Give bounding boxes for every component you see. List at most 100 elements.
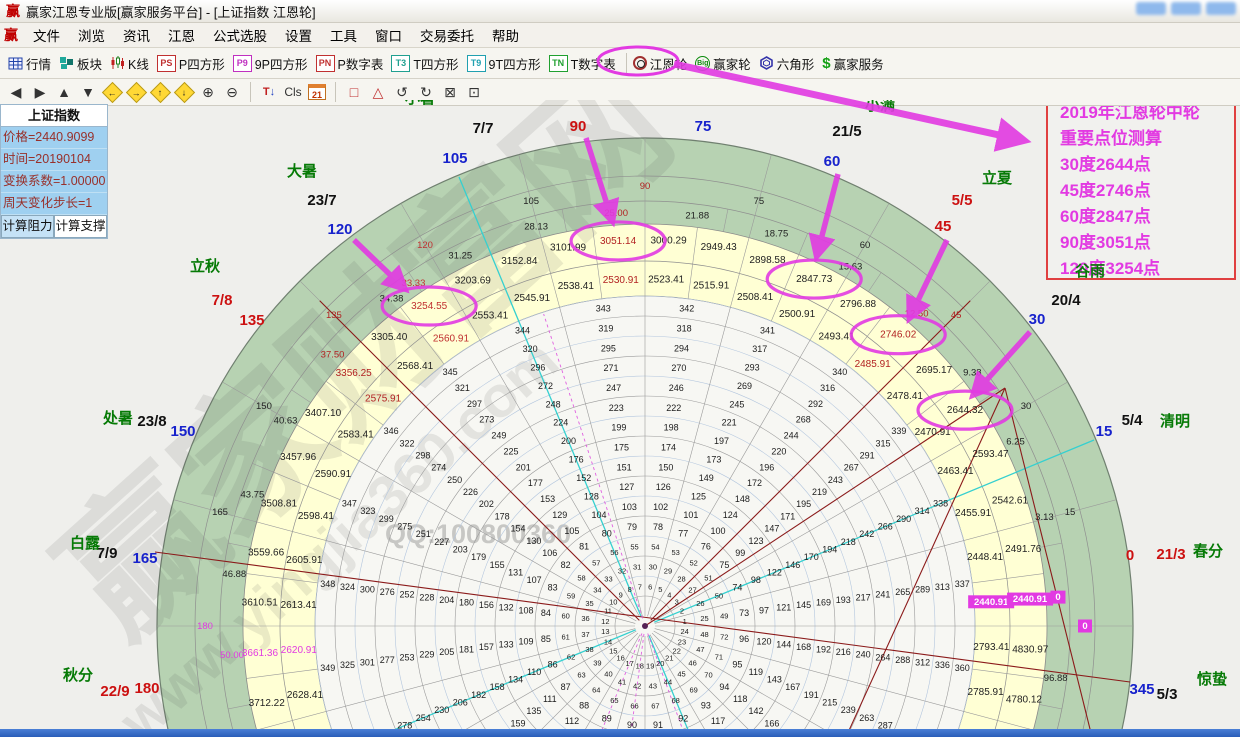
toolbar-winner-service-button[interactable]: $赢家服务 bbox=[820, 52, 889, 75]
zoom-in-icon: ⊕ bbox=[202, 84, 214, 101]
toolbar-9t-square-button[interactable]: T99T四方形 bbox=[465, 52, 547, 75]
minimize-button[interactable] bbox=[1136, 2, 1166, 15]
menu-浏览[interactable]: 浏览 bbox=[69, 27, 114, 46]
page-up-icon: ▲ bbox=[57, 84, 71, 100]
taskbar[interactable] bbox=[0, 729, 1240, 737]
sort-updown-icon: T↓ bbox=[263, 86, 275, 98]
menu-文件[interactable]: 文件 bbox=[24, 27, 69, 46]
toolbar-kline-button[interactable]: K线 bbox=[108, 52, 155, 75]
instrument-info-panel: 上证指数 价格=2440.9099时间=20190104变换系数=1.00000… bbox=[0, 104, 108, 239]
p-square-icon: PS bbox=[157, 55, 176, 72]
key-levels-annotation-box: 2019年江恩轮中轮重要点位测算30度2644点45度2746点60度2847点… bbox=[1046, 92, 1236, 280]
zoom-out-icon: ⊖ bbox=[226, 84, 238, 101]
page-down-icon: ▼ bbox=[81, 84, 95, 100]
toolbar-9p-square-button[interactable]: P99P四方形 bbox=[231, 52, 314, 75]
pan-left-icon: ← bbox=[101, 81, 122, 102]
nav-zoom-out-button[interactable]: ⊖ bbox=[222, 82, 242, 102]
close-button[interactable] bbox=[1206, 2, 1236, 15]
nav-separator bbox=[250, 82, 251, 102]
menu-公式选股[interactable]: 公式选股 bbox=[204, 27, 276, 46]
nav-select-box-button[interactable]: ⊠ bbox=[440, 82, 460, 102]
toolbar-winner-service-label: 赢家服务 bbox=[834, 54, 884, 73]
main-toolbar: 行情板块K线PSP四方形P99P四方形PNP数字表T3T四方形T99T四方形TN… bbox=[0, 48, 1240, 79]
menu-资讯[interactable]: 资讯 bbox=[114, 27, 159, 46]
toolbar-t-table-button[interactable]: TNT数字表 bbox=[547, 52, 622, 75]
forward-icon: ▶ bbox=[35, 84, 46, 101]
nav-page-down-button[interactable]: ▼ bbox=[78, 82, 98, 102]
nav-cls-button[interactable]: Cls bbox=[283, 82, 303, 102]
dollar-icon: $ bbox=[822, 55, 830, 72]
menu-交易委托[interactable]: 交易委托 bbox=[411, 27, 483, 46]
menu-工具[interactable]: 工具 bbox=[321, 27, 366, 46]
nav-pan-down-button[interactable]: ↓ bbox=[174, 82, 194, 102]
nav-pan-right-button[interactable]: → bbox=[126, 82, 146, 102]
key-level-line-6: 120度3254点 bbox=[1060, 256, 1234, 282]
nav-center-view-button[interactable]: ⊡ bbox=[464, 82, 484, 102]
calc-support-button[interactable]: 计算支撑 bbox=[54, 215, 107, 238]
toolbar-sectors-button[interactable]: 板块 bbox=[57, 52, 108, 75]
nav-rotate-cw-button[interactable]: ↻ bbox=[416, 82, 436, 102]
nav-toolbar: ◀ ▶ ▲ ▼ ←→↑↓ ⊕ ⊖ T↓ Cls 21 □ △ ↺ ↻ ⊠ ⊡ bbox=[0, 79, 1240, 106]
rotate-ccw-icon: ↺ bbox=[396, 84, 408, 101]
toolbar-t-square-label: T四方形 bbox=[413, 54, 458, 73]
pan-up-icon: ↑ bbox=[149, 81, 170, 102]
key-level-line-1: 重要点位测算 bbox=[1060, 126, 1234, 152]
toolbar-hexagon-label: 六角形 bbox=[777, 54, 815, 73]
toolbar-gann-wheel-button[interactable]: 江恩轮 bbox=[631, 52, 694, 75]
toolbar-p-square-button[interactable]: PSP四方形 bbox=[155, 52, 231, 75]
9t-square-icon: T9 bbox=[467, 55, 486, 72]
info-row-0: 价格=2440.9099 bbox=[1, 127, 107, 149]
toolbar-quotes-button[interactable]: 行情 bbox=[6, 52, 57, 75]
toolbar-separator bbox=[626, 53, 627, 73]
sector-blocks-icon bbox=[59, 56, 74, 70]
info-row-3: 周天变化步长=1 bbox=[1, 193, 107, 215]
gann-wheel-icon bbox=[633, 56, 647, 70]
toolbar-winner-wheel-label: 赢家轮 bbox=[713, 54, 751, 73]
nav-rotate-ccw-button[interactable]: ↺ bbox=[392, 82, 412, 102]
kline-icon bbox=[110, 56, 125, 70]
9p-square-icon: P9 bbox=[233, 55, 252, 72]
maximize-button[interactable] bbox=[1171, 2, 1201, 15]
menu-帮助[interactable]: 帮助 bbox=[483, 27, 528, 46]
menu-logo-icon: 赢 bbox=[4, 25, 18, 45]
title-bar: 赢 赢家江恩专业版[赢家服务平台] - [上证指数 江恩轮] bbox=[0, 0, 1240, 23]
nav-triangle-tool-button[interactable]: △ bbox=[368, 82, 388, 102]
winner-wheel-icon: Big bbox=[695, 56, 710, 71]
toolbar-hexagon-button[interactable]: 六角形 bbox=[757, 52, 821, 75]
nav-page-up-button[interactable]: ▲ bbox=[54, 82, 74, 102]
nav-separator bbox=[335, 82, 336, 102]
quotes-grid-icon bbox=[8, 57, 23, 70]
menu-设置[interactable]: 设置 bbox=[276, 27, 321, 46]
nav-zoom-in-button[interactable]: ⊕ bbox=[198, 82, 218, 102]
toolbar-t-square-button[interactable]: T3T四方形 bbox=[389, 52, 464, 75]
window-controls[interactable] bbox=[1136, 2, 1236, 15]
toolbar-p-table-label: P数字表 bbox=[338, 54, 384, 73]
nav-pan-left-button[interactable]: ← bbox=[102, 82, 122, 102]
toolbar-kline-label: K线 bbox=[128, 54, 149, 73]
window-title: 赢家江恩专业版[赢家服务平台] - [上证指数 江恩轮] bbox=[26, 2, 316, 21]
pan-right-icon: → bbox=[125, 81, 146, 102]
nav-pan-up-button[interactable]: ↑ bbox=[150, 82, 170, 102]
nav-sort-updown-button[interactable]: T↓ bbox=[259, 82, 279, 102]
select-box-icon: ⊠ bbox=[444, 84, 456, 101]
key-level-line-5: 90度3051点 bbox=[1060, 230, 1234, 256]
triangle-tool-icon: △ bbox=[373, 84, 384, 101]
info-row-2: 变换系数=1.00000 bbox=[1, 171, 107, 193]
cls-label: Cls bbox=[284, 85, 301, 99]
nav-rect-tool-button[interactable]: □ bbox=[344, 82, 364, 102]
app-logo-icon: 赢 bbox=[6, 1, 20, 21]
toolbar-gann-wheel-label: 江恩轮 bbox=[650, 54, 688, 73]
nav-forward-button[interactable]: ▶ bbox=[30, 82, 50, 102]
toolbar-winner-wheel-button[interactable]: Big赢家轮 bbox=[693, 52, 757, 75]
t-square-icon: T3 bbox=[391, 55, 410, 72]
nav-calendar-button[interactable]: 21 bbox=[307, 82, 327, 102]
calc-resistance-button[interactable]: 计算阻力 bbox=[1, 215, 54, 238]
toolbar-p-square-label: P四方形 bbox=[179, 54, 225, 73]
nav-back-button[interactable]: ◀ bbox=[6, 82, 26, 102]
menu-窗口[interactable]: 窗口 bbox=[366, 27, 411, 46]
info-row-1: 时间=20190104 bbox=[1, 149, 107, 171]
toolbar-sectors-label: 板块 bbox=[77, 54, 102, 73]
toolbar-p-table-button[interactable]: PNP数字表 bbox=[314, 52, 390, 75]
menu-江恩[interactable]: 江恩 bbox=[159, 27, 204, 46]
toolbar-quotes-label: 行情 bbox=[26, 54, 51, 73]
